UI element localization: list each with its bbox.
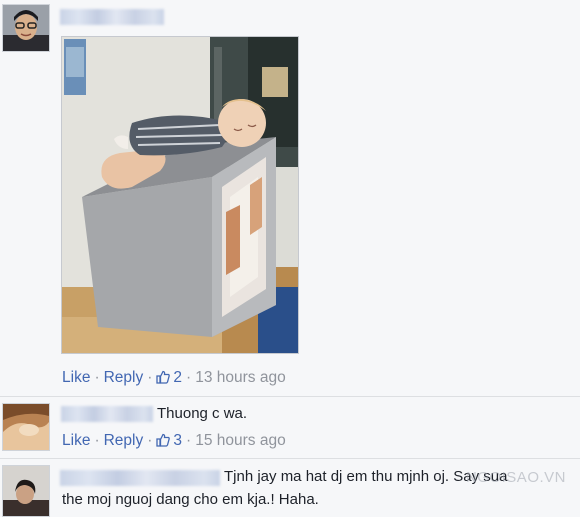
timestamp[interactable]: 13 hours ago <box>195 369 286 386</box>
author-name-blurred[interactable] <box>60 9 164 25</box>
attached-photo[interactable] <box>61 36 299 354</box>
separator-dot: · <box>186 369 192 386</box>
avatar[interactable] <box>2 4 50 52</box>
author-name-blurred[interactable] <box>60 470 220 486</box>
separator-dot: · <box>147 432 153 449</box>
comment-3: Tjnh jay ma hat dj em thu mjnh oj. Say s… <box>0 459 580 517</box>
author-name-blurred[interactable] <box>61 406 153 422</box>
likes-count-link[interactable]: 3 <box>156 432 182 449</box>
comment-text: Thuong c wa. <box>157 405 248 422</box>
thumbs-up-icon <box>156 370 171 389</box>
reply-link[interactable]: Reply <box>104 432 144 449</box>
thumbs-up-icon <box>156 433 171 452</box>
comment-2: Thuong c wa. Like · Reply · 3 · 15 hours ago <box>0 397 580 457</box>
like-link[interactable]: Like <box>62 369 90 386</box>
comment-text-line-1: Tjnh jay ma hat dj em thu mjnh oj. Say s… <box>224 468 508 485</box>
likes-count-link[interactable]: 2 <box>156 369 182 386</box>
timestamp[interactable]: 15 hours ago <box>195 432 286 449</box>
avatar[interactable] <box>2 465 50 517</box>
separator-dot: · <box>186 432 192 449</box>
comment-1: Like · Reply · 2 · 13 hours ago <box>0 0 580 395</box>
comment-actions: Like · Reply · 2 · 13 hours ago <box>62 369 286 389</box>
like-link[interactable]: Like <box>62 432 90 449</box>
separator-dot: · <box>94 432 100 449</box>
watermark-text: NGOISAO.VN <box>465 469 566 486</box>
separator-dot: · <box>94 369 100 386</box>
separator-dot: · <box>147 369 153 386</box>
comment-text-line-2: the moj nguoj dang cho em kja.! Haha. <box>62 491 319 508</box>
avatar[interactable] <box>2 403 50 451</box>
reply-link[interactable]: Reply <box>104 369 144 386</box>
comment-actions: Like · Reply · 3 · 15 hours ago <box>62 432 286 452</box>
